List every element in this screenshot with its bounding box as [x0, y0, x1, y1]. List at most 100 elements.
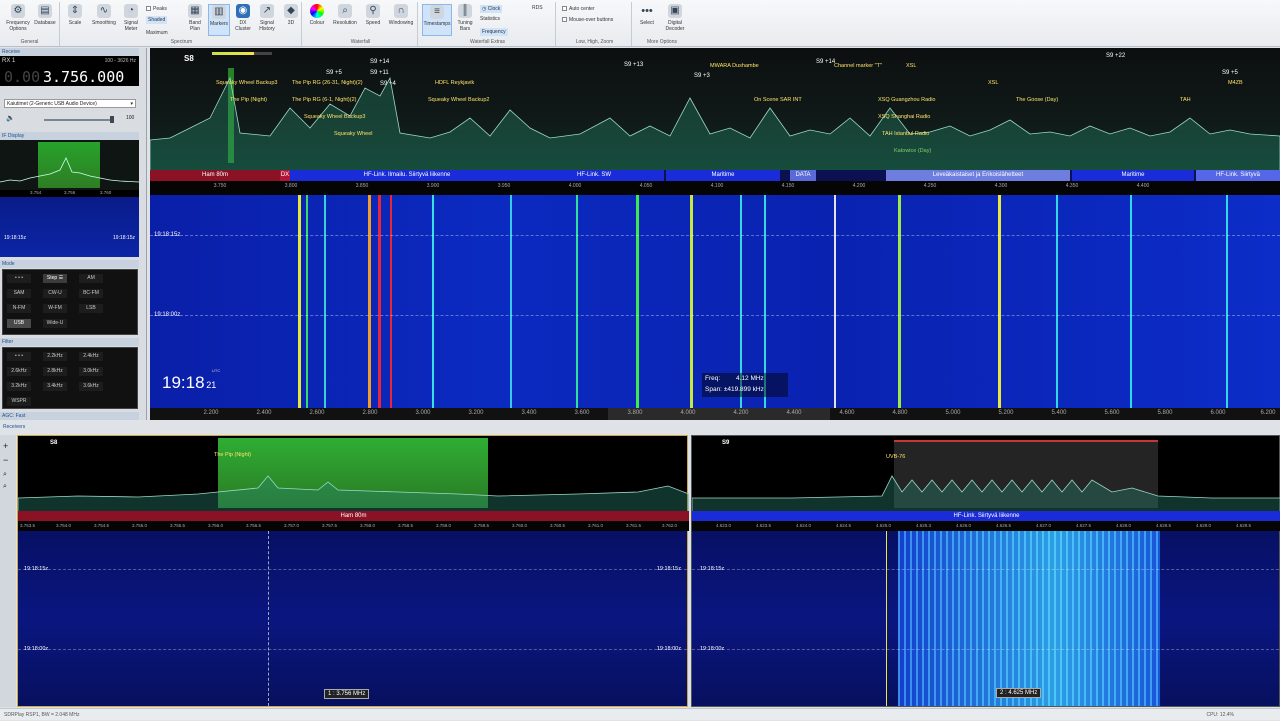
- filter-3-2khz-button[interactable]: 3.2kHz: [7, 382, 31, 391]
- band-segment[interactable]: Maritime: [1072, 170, 1194, 181]
- marker-label[interactable]: XSQ Shanghai Radio: [878, 114, 930, 120]
- marker-label[interactable]: The Pip RG (26-31, Night)(2): [292, 80, 363, 86]
- clock-toggle[interactable]: ◷ Clock: [480, 5, 503, 13]
- rx1-marker-label[interactable]: The Pip (Night): [214, 452, 251, 458]
- mode-wideu-button[interactable]: Wide-U: [43, 319, 67, 328]
- select-button[interactable]: ••• Select: [636, 4, 658, 36]
- smoothing-button[interactable]: ∿ Smoothing: [90, 4, 118, 36]
- windowing-button[interactable]: ∩ Windowing: [386, 4, 416, 36]
- marker-label[interactable]: M4ZB: [1228, 80, 1243, 86]
- rx2-band-bar[interactable]: HF-Link. Siirtyvä liikenne: [692, 511, 1280, 521]
- marker-label[interactable]: XSL: [906, 63, 916, 69]
- filter-more-button[interactable]: • • •: [7, 352, 31, 361]
- filter-3-4khz-button[interactable]: 3.4kHz: [43, 382, 67, 391]
- marker-label[interactable]: Channel marker "T": [834, 63, 882, 69]
- mode-usb-button[interactable]: USB: [7, 319, 31, 328]
- zoom-out-icon[interactable]: −: [3, 455, 8, 465]
- filter-2-8khz-button[interactable]: 2.8kHz: [43, 367, 67, 376]
- timestamps-button[interactable]: ≡ Timestamps: [422, 4, 452, 36]
- mouseover-checkbox[interactable]: Mouse-over buttons: [562, 17, 613, 23]
- rx1-band-bar[interactable]: Ham 80m: [18, 511, 689, 521]
- volume-slider[interactable]: [44, 119, 110, 121]
- rx2-frequency-tag[interactable]: 2 : 4.625 MHz: [996, 688, 1042, 698]
- band-segment[interactable]: Leveäkaistaiset ja Erikoislähetteet: [886, 170, 1070, 181]
- wideband-frequency-axis[interactable]: 2.200 2.400 2.600 2.800 3.000 3.200 3.40…: [150, 408, 1280, 420]
- filter-wspr-button[interactable]: WSPR: [7, 397, 31, 406]
- receiver-1-pane[interactable]: S8 The Pip (Night) Ham 80m 3.753.5 3.754…: [17, 435, 689, 707]
- frequency-options-button[interactable]: ⚙ Frequency Options: [4, 4, 32, 36]
- filter-2-2khz-button[interactable]: 2.2kHz: [43, 352, 67, 361]
- zoom-in-icon[interactable]: +: [3, 441, 8, 451]
- resolution-button[interactable]: ⌕ Resolution: [330, 4, 360, 36]
- main-waterfall[interactable]: 19:18:15z 19:18:00z 19:18 21 UTC Freq: 4…: [150, 195, 1280, 408]
- if-spectrum[interactable]: [0, 140, 139, 190]
- main-spectrum[interactable]: S8 Squeaky Wheel Backup3 The Pip (Night)…: [150, 48, 1280, 170]
- dx-cluster-button[interactable]: ◉ DX Cluster: [232, 4, 254, 36]
- marker-label[interactable]: The Pip (Night): [230, 97, 267, 103]
- shaded-toggle[interactable]: Shaded: [146, 16, 168, 24]
- rds-toggle[interactable]: RDS: [532, 5, 543, 11]
- marker-label[interactable]: TAH Istanbul Radio: [882, 131, 929, 137]
- tuning-bars-button[interactable]: ║ Tuning Bars: [454, 4, 476, 36]
- if-waterfall[interactable]: 19:18:15z 19:18:15z: [0, 197, 139, 257]
- step-button[interactable]: Step ☰: [43, 274, 67, 283]
- 3d-button[interactable]: ◆ 3D: [280, 4, 302, 36]
- marker-label[interactable]: MWARA Dushambe: [710, 63, 759, 69]
- band-segment[interactable]: DATA: [790, 170, 816, 181]
- colour-button[interactable]: Colour: [306, 4, 328, 36]
- frequency-toggle[interactable]: Frequency: [480, 28, 508, 36]
- rx2-marker-label[interactable]: UVB-76: [886, 454, 905, 460]
- database-button[interactable]: ▤ Database: [34, 4, 56, 36]
- marker-label[interactable]: TAH: [1180, 97, 1191, 103]
- volume-slider-handle[interactable]: [110, 116, 114, 123]
- mode-more-button[interactable]: • • •: [7, 274, 31, 283]
- filter-2-6khz-button[interactable]: 2.6kHz: [7, 367, 31, 376]
- marker-label[interactable]: XSQ Guangzhou Radio: [878, 97, 935, 103]
- auto-center-checkbox[interactable]: Auto center: [562, 6, 595, 12]
- receiver-2-pane[interactable]: S9 UVB-76 HF-Link. Siirtyvä liikenne 4.6…: [691, 435, 1280, 707]
- marker-label[interactable]: On Scene SAR INT: [754, 97, 802, 103]
- rx2-waterfall[interactable]: 19:18:15z 19:18:00z 2 : 4.625 MHz: [692, 531, 1279, 706]
- band-segment[interactable]: DX: [280, 170, 290, 181]
- marker-label[interactable]: Squeaky Wheel Backup3: [304, 114, 365, 120]
- peaks-toggle[interactable]: Peaks: [146, 6, 167, 12]
- digital-decoder-button[interactable]: ▣ Digital Decoder: [662, 4, 688, 36]
- mode-bcfm-button[interactable]: BC-FM: [79, 289, 103, 298]
- magnifier-plus-icon[interactable]: ⌕: [3, 471, 7, 479]
- mode-cwu-button[interactable]: CW-U: [43, 289, 67, 298]
- speaker-icon[interactable]: 🔈: [6, 114, 15, 122]
- maximum-toggle[interactable]: Maximum: [146, 30, 168, 36]
- magnifier-minus-icon[interactable]: ⌕: [3, 483, 7, 491]
- mode-nfm-button[interactable]: N-FM: [7, 304, 31, 313]
- band-segment[interactable]: HF-Link. Siirtyvä: [1196, 170, 1280, 181]
- rx1-waterfall[interactable]: 19:18:15z 19:18:15z 19:18:00z 19:18:00z …: [18, 531, 687, 706]
- marker-label[interactable]: Squeaky Wheel: [334, 131, 373, 137]
- marker-label[interactable]: HDFL Reykjavik: [435, 80, 474, 86]
- signal-meter-button[interactable]: ◔ Signal Meter: [120, 4, 142, 36]
- mode-lsb-button[interactable]: LSB: [79, 304, 103, 313]
- band-segment[interactable]: Ham 80m: [150, 170, 280, 181]
- scale-button[interactable]: ⇕ Scale: [64, 4, 86, 36]
- band-segment[interactable]: HF-Link. Ilmailu. Siirtyvä liikenne: [290, 170, 524, 181]
- markers-button[interactable]: ▥ Markers: [208, 4, 230, 36]
- main-display[interactable]: S8 Squeaky Wheel Backup3 The Pip (Night)…: [150, 48, 1280, 420]
- mode-am-button[interactable]: AM: [79, 274, 103, 283]
- marker-label[interactable]: Squeaky Wheel Backup2: [428, 97, 489, 103]
- marker-label[interactable]: XSL: [988, 80, 998, 86]
- filter-3-6khz-button[interactable]: 3.6kHz: [79, 382, 103, 391]
- signal-history-button[interactable]: ↗ Signal History: [256, 4, 278, 36]
- marker-label[interactable]: Katowice (Day): [894, 148, 931, 154]
- filter-2-4khz-button[interactable]: 2.4kHz: [79, 352, 103, 361]
- band-plan-button[interactable]: ▦ Band Plan: [184, 4, 206, 36]
- statistics-toggle[interactable]: Statistics: [480, 16, 500, 22]
- audio-device-select[interactable]: Kaiutimet (2-Generic USB Audio Device) ▾: [4, 99, 136, 108]
- frequency-display[interactable]: RX 1 100 - 3626 Hz 0.00 3.756.000: [0, 56, 139, 86]
- marker-label[interactable]: Squeaky Wheel Backup3: [216, 80, 277, 86]
- speed-button[interactable]: ⚲ Speed: [362, 4, 384, 36]
- rx1-frequency-tag[interactable]: 1 : 3.756 MHz: [324, 689, 370, 699]
- filter-3-0khz-button[interactable]: 3.0kHz: [79, 367, 103, 376]
- mode-wfm-button[interactable]: W-FM: [43, 304, 67, 313]
- band-segment[interactable]: Maritime: [666, 170, 780, 181]
- mode-sam-button[interactable]: SAM: [7, 289, 31, 298]
- marker-label[interactable]: The Goose (Day): [1016, 97, 1058, 103]
